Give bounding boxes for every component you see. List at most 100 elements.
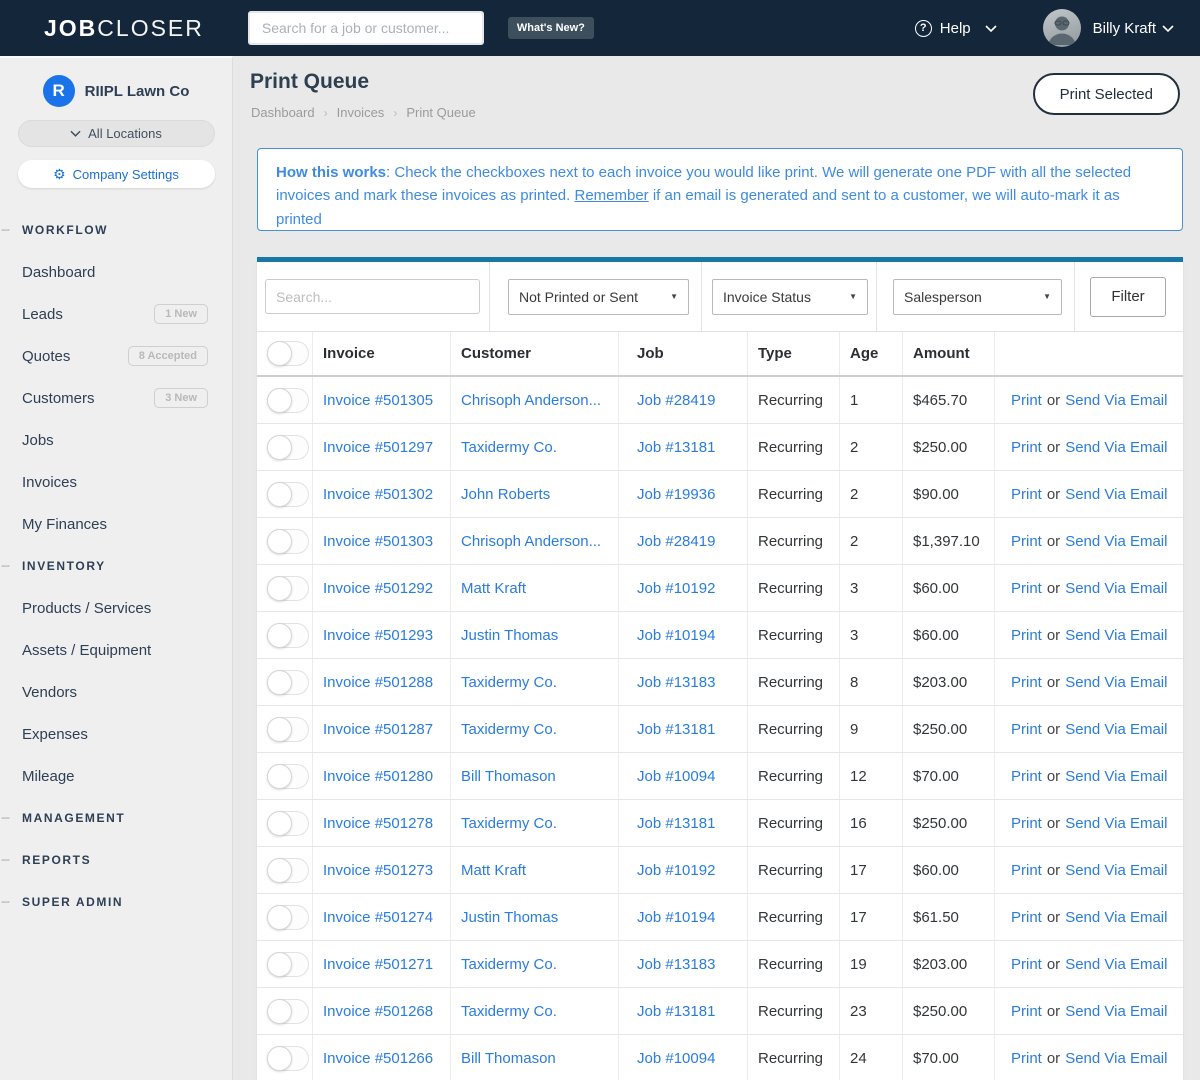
breadcrumb-dashboard[interactable]: Dashboard <box>251 105 315 120</box>
print-link[interactable]: Print <box>1011 580 1042 597</box>
customer-link[interactable]: Taxidermy Co. <box>461 721 557 738</box>
sidebar-item[interactable]: Mileage <box>0 755 232 797</box>
customer-link[interactable]: Taxidermy Co. <box>461 815 557 832</box>
customer-link[interactable]: Taxidermy Co. <box>461 439 557 456</box>
whats-new-button[interactable]: What's New? <box>507 17 594 39</box>
sidebar-item[interactable]: Quotes 8 Accepted <box>0 335 232 377</box>
send-email-link[interactable]: Send Via Email <box>1065 392 1167 409</box>
invoice-link[interactable]: Invoice #501292 <box>323 580 433 597</box>
help-menu[interactable]: ? Help <box>914 19 997 37</box>
send-email-link[interactable]: Send Via Email <box>1065 580 1167 597</box>
breadcrumb-invoices[interactable]: Invoices <box>337 105 385 120</box>
customer-link[interactable]: Justin Thomas <box>461 909 558 926</box>
job-link[interactable]: Job #10094 <box>637 768 715 785</box>
send-email-link[interactable]: Send Via Email <box>1065 1003 1167 1020</box>
print-link[interactable]: Print <box>1011 721 1042 738</box>
row-toggle[interactable] <box>267 998 309 1024</box>
row-toggle[interactable] <box>267 810 309 836</box>
row-toggle[interactable] <box>267 528 309 554</box>
send-email-link[interactable]: Send Via Email <box>1065 768 1167 785</box>
sidebar-item[interactable]: Expenses <box>0 713 232 755</box>
sidebar-item[interactable]: Leads 1 New <box>0 293 232 335</box>
print-link[interactable]: Print <box>1011 627 1042 644</box>
send-email-link[interactable]: Send Via Email <box>1065 815 1167 832</box>
sidebar-item[interactable]: Dashboard <box>0 251 232 293</box>
job-link[interactable]: Job #28419 <box>637 392 715 409</box>
print-link[interactable]: Print <box>1011 909 1042 926</box>
customer-link[interactable]: Taxidermy Co. <box>461 1003 557 1020</box>
user-menu[interactable]: Billy Kraft <box>1042 9 1174 47</box>
job-link[interactable]: Job #13181 <box>637 439 715 456</box>
customer-link[interactable]: Matt Kraft <box>461 580 526 597</box>
send-email-link[interactable]: Send Via Email <box>1065 1050 1167 1067</box>
print-selected-button[interactable]: Print Selected <box>1032 73 1180 115</box>
sidebar-item[interactable]: Invoices <box>0 461 232 503</box>
send-email-link[interactable]: Send Via Email <box>1065 909 1167 926</box>
print-link[interactable]: Print <box>1011 1003 1042 1020</box>
invoice-link[interactable]: Invoice #501266 <box>323 1050 433 1067</box>
salesperson-select[interactable]: Salesperson ▼ <box>893 278 1062 315</box>
invoice-status-select[interactable]: Invoice Status ▼ <box>712 278 868 315</box>
invoice-link[interactable]: Invoice #501287 <box>323 721 433 738</box>
job-link[interactable]: Job #13183 <box>637 674 715 691</box>
job-link[interactable]: Job #13181 <box>637 815 715 832</box>
customer-link[interactable]: Bill Thomason <box>461 1050 556 1067</box>
row-toggle[interactable] <box>267 387 309 413</box>
sidebar-item[interactable]: Vendors <box>0 671 232 713</box>
customer-link[interactable]: Taxidermy Co. <box>461 674 557 691</box>
row-toggle[interactable] <box>267 481 309 507</box>
send-email-link[interactable]: Send Via Email <box>1065 956 1167 973</box>
sidebar-item[interactable]: Products / Services <box>0 587 232 629</box>
job-link[interactable]: Job #10094 <box>637 1050 715 1067</box>
invoice-link[interactable]: Invoice #501305 <box>323 392 433 409</box>
send-email-link[interactable]: Send Via Email <box>1065 439 1167 456</box>
customer-link[interactable]: Matt Kraft <box>461 862 526 879</box>
row-toggle[interactable] <box>267 951 309 977</box>
filter-button[interactable]: Filter <box>1090 276 1166 317</box>
invoice-link[interactable]: Invoice #501297 <box>323 439 433 456</box>
row-toggle[interactable] <box>267 434 309 460</box>
sidebar-item[interactable]: Customers 3 New <box>0 377 232 419</box>
invoice-link[interactable]: Invoice #501268 <box>323 1003 433 1020</box>
company-settings-button[interactable]: ⚙ Company Settings <box>17 160 215 188</box>
print-link[interactable]: Print <box>1011 439 1042 456</box>
row-toggle[interactable] <box>267 575 309 601</box>
invoice-link[interactable]: Invoice #501280 <box>323 768 433 785</box>
customer-link[interactable]: Bill Thomason <box>461 768 556 785</box>
send-email-link[interactable]: Send Via Email <box>1065 533 1167 550</box>
job-link[interactable]: Job #10194 <box>637 627 715 644</box>
row-toggle[interactable] <box>267 1045 309 1071</box>
row-toggle[interactable] <box>267 763 309 789</box>
row-toggle[interactable] <box>267 622 309 648</box>
print-link[interactable]: Print <box>1011 862 1042 879</box>
invoice-link[interactable]: Invoice #501273 <box>323 862 433 879</box>
customer-link[interactable]: John Roberts <box>461 486 550 503</box>
print-link[interactable]: Print <box>1011 768 1042 785</box>
invoice-link[interactable]: Invoice #501293 <box>323 627 433 644</box>
invoice-link[interactable]: Invoice #501303 <box>323 533 433 550</box>
customer-link[interactable]: Chrisoph Anderson... <box>461 533 601 550</box>
invoice-link[interactable]: Invoice #501271 <box>323 956 433 973</box>
printed-status-select[interactable]: Not Printed or Sent ▼ <box>508 278 689 315</box>
job-link[interactable]: Job #10192 <box>637 580 715 597</box>
send-email-link[interactable]: Send Via Email <box>1065 862 1167 879</box>
sidebar-item[interactable]: My Finances <box>0 503 232 545</box>
print-link[interactable]: Print <box>1011 1050 1042 1067</box>
invoice-link[interactable]: Invoice #501302 <box>323 486 433 503</box>
invoice-link[interactable]: Invoice #501288 <box>323 674 433 691</box>
print-link[interactable]: Print <box>1011 815 1042 832</box>
job-link[interactable]: Job #13181 <box>637 1003 715 1020</box>
send-email-link[interactable]: Send Via Email <box>1065 627 1167 644</box>
job-link[interactable]: Job #13183 <box>637 956 715 973</box>
customer-link[interactable]: Taxidermy Co. <box>461 956 557 973</box>
sidebar-item[interactable]: Assets / Equipment <box>0 629 232 671</box>
table-search-input[interactable] <box>265 279 480 314</box>
print-link[interactable]: Print <box>1011 674 1042 691</box>
send-email-link[interactable]: Send Via Email <box>1065 721 1167 738</box>
customer-link[interactable]: Justin Thomas <box>461 627 558 644</box>
row-toggle[interactable] <box>267 716 309 742</box>
job-link[interactable]: Job #13181 <box>637 721 715 738</box>
invoice-link[interactable]: Invoice #501278 <box>323 815 433 832</box>
locations-dropdown[interactable]: All Locations <box>17 120 215 147</box>
global-search-input[interactable] <box>247 11 484 45</box>
